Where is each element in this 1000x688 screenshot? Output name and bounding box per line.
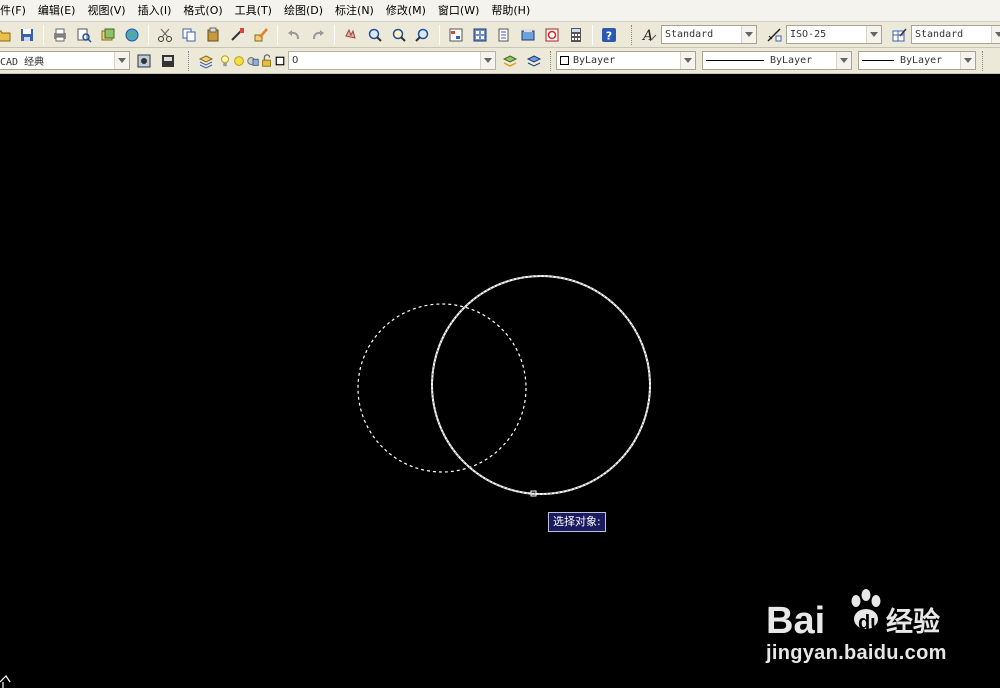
layer-viewport-icon[interactable] [246,50,260,72]
save-icon[interactable] [16,24,38,46]
color-select[interactable]: ByLayer [556,51,696,70]
layer-select[interactable]: 0 [288,51,496,70]
svg-text:Bai: Bai [766,600,825,642]
match-properties-icon[interactable] [226,24,248,46]
text-style-icon[interactable]: A [638,24,660,46]
table-style-icon[interactable] [888,24,910,46]
standard-toolbar: ? A Standard ISO-25 Standard [0,22,1000,48]
menu-format[interactable]: 格式(O) [177,0,228,21]
toolbar-separator [334,24,335,45]
menu-dimension[interactable]: 标注(N) [329,0,380,21]
layer-manager-icon[interactable] [195,50,217,72]
calculator-icon[interactable] [565,24,587,46]
open-folder-icon[interactable] [0,24,14,46]
layer-thaw-sun-icon[interactable] [232,50,246,72]
svg-text:du: du [858,612,882,634]
paste-icon[interactable] [202,24,224,46]
chevron-down-icon [960,52,975,69]
pan-icon[interactable] [340,24,362,46]
text-style-select[interactable]: Standard [661,25,757,44]
toolbar-separator [277,24,278,45]
print-preview-icon[interactable] [73,24,95,46]
workspace-save-icon[interactable] [157,50,179,72]
toolbar-separator [439,24,440,45]
properties-icon[interactable] [445,24,467,46]
layer-unlock-icon[interactable] [260,50,274,72]
zoom-realtime-icon[interactable] [364,24,386,46]
publish-icon[interactable] [97,24,119,46]
dimension-style-select[interactable]: ISO-25 [786,25,882,44]
cut-icon[interactable] [154,24,176,46]
toolbar-separator [592,24,593,45]
print-icon[interactable] [49,24,71,46]
layer-color-swatch-icon [274,50,286,72]
menu-insert[interactable]: 插入(I) [132,0,178,21]
chevron-down-icon [991,26,1000,43]
block-editor-icon[interactable] [250,24,272,46]
toolbar-grip[interactable] [631,24,634,45]
chevron-down-icon [836,52,851,69]
layers-properties-toolbar: CAD 经典 0 ByLayer ByLayer ByLayer [0,48,1000,74]
ucs-icon [0,668,14,688]
menu-bar: 件(F) 编辑(E) 视图(V) 插入(I) 格式(O) 工具(T) 绘图(D)… [0,0,1000,22]
workspace-select[interactable]: CAD 经典 [0,51,130,70]
undo-icon[interactable] [283,24,305,46]
menu-help[interactable]: 帮助(H) [485,0,536,21]
sheet-set-icon[interactable] [517,24,539,46]
zoom-previous-icon[interactable] [412,24,434,46]
chevron-down-icon [480,52,495,69]
chevron-down-icon [741,26,756,43]
menu-draw[interactable]: 绘图(D) [278,0,329,21]
chevron-down-icon [866,26,881,43]
make-object-layer-current-icon[interactable] [499,50,521,72]
dimension-style-icon[interactable] [763,24,785,46]
svg-text:?: ? [606,29,612,42]
redo-icon[interactable] [307,24,329,46]
toolbar-separator [43,24,44,45]
command-tooltip: 选择对象: [548,512,606,532]
tool-palettes-icon[interactable] [493,24,515,46]
toolbar-grip[interactable] [550,50,553,71]
table-style-select[interactable]: Standard [911,25,1000,44]
toolbar-separator [148,24,149,45]
hover-circle-highlight [431,275,651,495]
color-swatch [560,56,569,65]
lineweight-select[interactable]: ByLayer [858,51,976,70]
selected-circle[interactable] [357,303,527,473]
zoom-window-icon[interactable] [388,24,410,46]
hover-circle[interactable] [431,275,651,495]
lineweight-preview [862,60,894,61]
menu-tools[interactable]: 工具(T) [229,0,278,21]
chevron-down-icon [680,52,695,69]
svg-text:经验: 经验 [886,606,940,638]
menu-file[interactable]: 件(F) [0,0,32,21]
toolbar-grip[interactable] [188,50,191,71]
layer-on-bulb-icon[interactable] [218,50,232,72]
menu-edit[interactable]: 编辑(E) [32,0,82,21]
toolbar-grip[interactable] [982,50,985,71]
workspace-settings-icon[interactable] [133,50,155,72]
linetype-preview [706,60,764,61]
chevron-down-icon [114,52,129,69]
copy-icon[interactable] [178,24,200,46]
menu-window[interactable]: 窗口(W) [432,0,485,21]
linetype-select[interactable]: ByLayer [702,51,852,70]
menu-modify[interactable]: 修改(M) [380,0,432,21]
help-icon[interactable]: ? [598,24,620,46]
watermark-url: jingyan.baidu.com [766,642,947,664]
design-center-icon[interactable] [469,24,491,46]
menu-view[interactable]: 视图(V) [81,0,131,21]
layer-previous-icon[interactable] [523,50,545,72]
svg-text:A: A [641,28,653,43]
markup-icon[interactable] [541,24,563,46]
globe-icon[interactable] [121,24,143,46]
